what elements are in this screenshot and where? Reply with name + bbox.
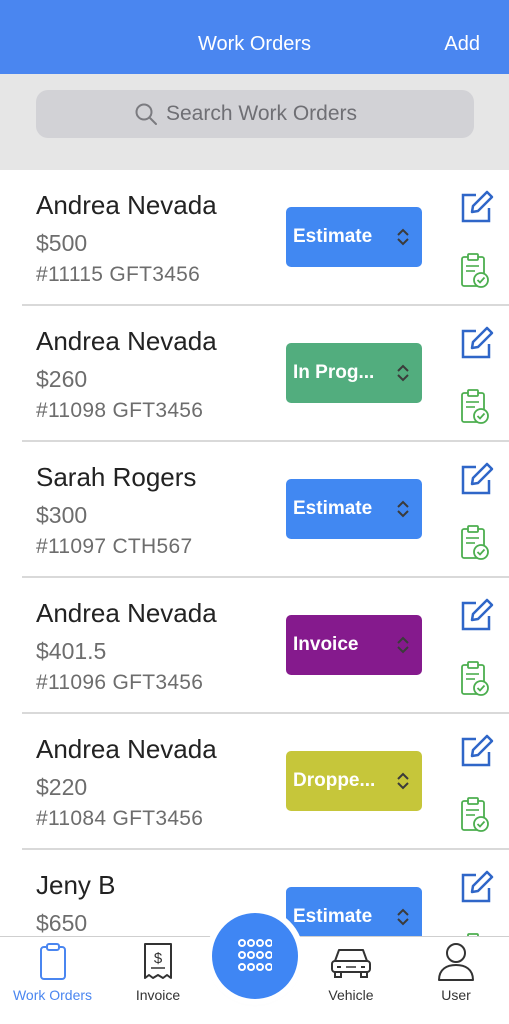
customer-name: Andrea Nevada [36,598,217,628]
status-label: Estimate [293,906,373,927]
clipboard-check-icon[interactable] [460,525,490,561]
chevron-up-down-icon [397,636,409,654]
order-reference: #11084 GFT3456 [36,807,204,830]
search-input[interactable] [166,102,376,126]
work-order-row[interactable]: Andrea Nevada $401.5 #11096 GFT3456 Invo… [22,578,509,714]
chevron-up-down-icon [397,228,409,246]
work-order-list[interactable]: Andrea Nevada $500 #11115 GFT3456 Estima… [0,170,509,936]
search-icon [135,103,157,125]
chevron-up-down-icon [397,772,409,790]
status-label: In Prog... [293,362,375,383]
order-reference: #11096 GFT3456 [36,671,204,694]
chevron-up-down-icon [397,500,409,518]
edit-icon[interactable] [458,326,494,362]
work-order-row[interactable]: Andrea Nevada $220 #11084 GFT3456 Droppe… [22,714,509,850]
edit-icon[interactable] [458,190,494,226]
work-order-row[interactable]: Andrea Nevada $500 #11115 GFT3456 Estima… [22,170,509,306]
quick-actions-button[interactable] [212,913,298,999]
receipt-icon: $ [144,943,172,979]
tab-label: User [441,987,471,1003]
search-bar-container [0,74,509,170]
status-dropdown[interactable]: Estimate [286,479,422,539]
tab-label: Invoice [135,987,181,1003]
customer-name: Andrea Nevada [36,326,217,356]
svg-text:$: $ [154,950,163,967]
work-order-row[interactable]: Andrea Nevada $260 #11098 GFT3456 In Pro… [22,306,509,442]
clipboard-check-icon[interactable] [460,253,490,289]
status-dropdown[interactable]: Invoice [286,615,422,675]
tab-label: Vehicle [328,987,374,1003]
clipboard-check-icon[interactable] [460,661,490,697]
grid-dots-icon [238,939,272,971]
clipboard-check-icon[interactable] [460,797,490,833]
tab-user[interactable]: User [408,937,504,1024]
clipboard-check-icon[interactable] [460,389,490,425]
tab-work-orders[interactable]: Work Orders [0,937,105,1024]
edit-icon[interactable] [458,598,494,634]
order-reference: #11115 GFT3456 [36,263,201,286]
order-amount: $650 [36,910,88,936]
status-label: Estimate [293,226,373,247]
edit-icon[interactable] [458,462,494,498]
search-box[interactable] [36,90,474,138]
tab-vehicle[interactable]: Vehicle [303,937,399,1024]
app-header: Work Orders Add [0,0,509,74]
edit-icon[interactable] [458,870,494,906]
status-label: Estimate [293,498,373,519]
order-amount: $300 [36,502,88,528]
order-amount: $260 [36,366,88,392]
order-reference: #11097 CTH567 [36,535,193,558]
order-amount: $500 [36,230,88,256]
add-button[interactable]: Add [444,33,480,56]
chevron-up-down-icon [397,908,409,926]
car-icon [331,949,371,978]
clipboard-icon [39,943,66,980]
status-label: Invoice [293,634,359,655]
status-dropdown[interactable]: Estimate [286,207,422,267]
chevron-up-down-icon [397,364,409,382]
tab-label: Work Orders [12,987,93,1003]
status-dropdown[interactable]: In Prog... [286,343,422,403]
customer-name: Andrea Nevada [36,734,217,764]
status-dropdown[interactable]: Estimate [286,887,422,936]
page-title: Work Orders [198,33,311,55]
customer-name: Sarah Rogers [36,462,197,492]
order-reference: #11098 GFT3456 [36,399,204,422]
work-order-row[interactable]: Sarah Rogers $300 #11097 CTH567 Estimate [22,442,509,578]
status-label: Droppe... [293,770,376,791]
user-icon [438,943,474,981]
tab-invoice[interactable]: $ Invoice [110,937,206,1024]
status-dropdown[interactable]: Droppe... [286,751,422,811]
edit-icon[interactable] [458,734,494,770]
order-amount: $220 [36,774,88,800]
customer-name: Jeny B [36,870,116,900]
order-amount: $401.5 [36,638,107,664]
customer-name: Andrea Nevada [36,190,217,220]
